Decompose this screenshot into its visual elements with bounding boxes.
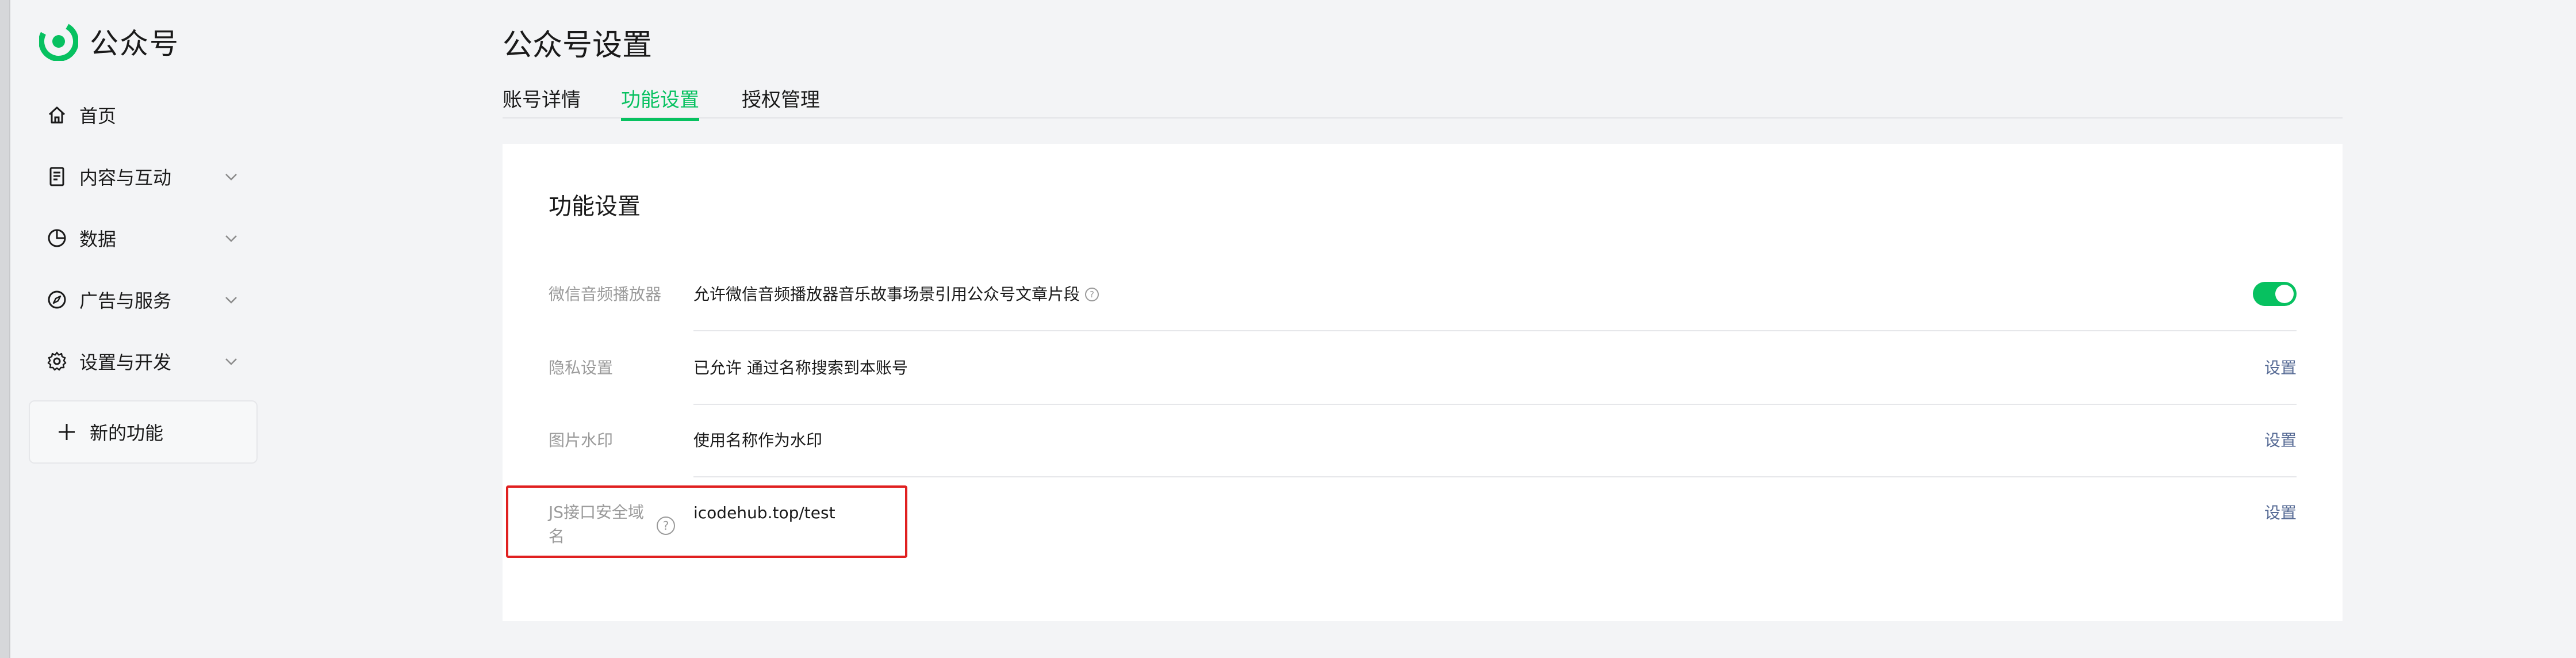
row-divider — [693, 404, 2297, 405]
panel-title: 功能设置 — [549, 193, 641, 220]
row-value: 使用名称作为水印 — [693, 431, 823, 450]
row-label: 微信音频播放器 — [549, 285, 662, 304]
sidebar-item-data[interactable]: 数据 — [46, 215, 253, 261]
sidebar-item-home[interactable]: 首页 — [46, 92, 253, 138]
sidebar: 公众号 首页 内容与互动 数据 广告与服务 设置与开发 新的功能 — [9, 0, 262, 658]
toggle-knob — [2275, 285, 2294, 303]
row-value: 已允许 通过名称搜索到本账号 — [693, 358, 908, 377]
sidebar-item-label: 设置与开发 — [79, 351, 172, 373]
compass-icon — [48, 290, 66, 309]
sidebar-item-label: 广告与服务 — [79, 290, 172, 312]
tab-account-details[interactable]: 账号详情 — [503, 84, 581, 117]
settings-row-watermark: 图片水印 使用名称作为水印 设置 — [549, 428, 2343, 462]
sidebar-item-content-interaction[interactable]: 内容与互动 — [46, 154, 253, 200]
row-label: 图片水印 — [549, 431, 614, 450]
help-icon[interactable]: ? — [1084, 287, 1099, 302]
js-domain-settings-link[interactable]: 设置 — [2264, 500, 2297, 526]
settings-row-audio-player: 微信音频播放器 允许微信音频播放器音乐故事场景引用公众号文章片段 ? — [549, 282, 2343, 316]
sidebar-item-label: 数据 — [79, 228, 117, 250]
new-feature-label: 新的功能 — [90, 422, 164, 444]
active-tab-indicator — [621, 118, 699, 121]
home-icon — [48, 106, 66, 124]
tab-feature-settings[interactable]: 功能设置 — [621, 84, 699, 121]
row-divider — [693, 476, 2297, 477]
tab-authorization-management[interactable]: 授权管理 — [742, 84, 820, 117]
row-label: 隐私设置 — [549, 358, 614, 377]
chevron-down-icon[interactable] — [223, 292, 239, 308]
tab-label: 授权管理 — [742, 89, 820, 112]
row-value: 允许微信音频播放器音乐故事场景引用公众号文章片段 ? — [693, 282, 1099, 307]
tab-label: 功能设置 — [621, 89, 699, 112]
privacy-settings-link[interactable]: 设置 — [2264, 355, 2297, 381]
tab-label: 账号详情 — [503, 89, 581, 112]
svg-text:?: ? — [1090, 289, 1094, 300]
document-icon — [49, 167, 64, 186]
page-title: 公众号设置 — [503, 28, 653, 63]
official-account-logo-icon — [39, 22, 78, 61]
audio-player-toggle[interactable] — [2253, 282, 2297, 306]
row-value-text: 允许微信音频播放器音乐故事场景引用公众号文章片段 — [693, 285, 1080, 304]
settings-row-privacy: 隐私设置 已允许 通过名称搜索到本账号 设置 — [549, 355, 2343, 390]
sidebar-item-ads-services[interactable]: 广告与服务 — [46, 277, 253, 323]
gear-icon — [47, 351, 67, 371]
chevron-down-icon[interactable] — [223, 353, 239, 369]
pie-chart-icon — [48, 229, 66, 247]
row-divider — [693, 330, 2297, 331]
logo-text: 公众号 — [90, 27, 179, 60]
chevron-down-icon[interactable] — [223, 230, 239, 246]
logo[interactable]: 公众号 — [39, 21, 179, 62]
sidebar-item-label: 首页 — [79, 105, 117, 127]
sidebar-item-label: 内容与互动 — [79, 167, 172, 189]
new-feature-button[interactable]: 新的功能 — [29, 400, 258, 464]
watermark-settings-link[interactable]: 设置 — [2264, 428, 2297, 453]
sidebar-item-settings-dev[interactable]: 设置与开发 — [46, 338, 253, 384]
highlight-annotation-box — [506, 485, 907, 558]
chevron-down-icon[interactable] — [223, 169, 239, 185]
settings-tabs: 账号详情 功能设置 授权管理 — [503, 81, 2343, 121]
plus-icon — [59, 424, 75, 440]
